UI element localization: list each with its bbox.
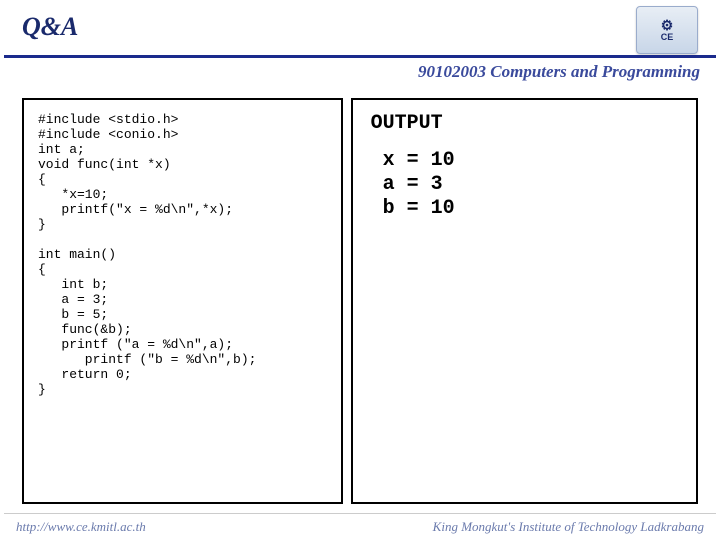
page-title: Q&A <box>22 12 78 42</box>
content-panels: #include <stdio.h> #include <conio.h> in… <box>22 98 698 504</box>
gear-icon: ⚙ <box>661 18 674 32</box>
code-block: #include <stdio.h> #include <conio.h> in… <box>38 112 327 397</box>
kmitl-logo: ⚙ CE <box>636 6 698 54</box>
footer: http://www.ce.kmitl.ac.th King Mongkut's… <box>0 514 720 540</box>
footer-institution: King Mongkut's Institute of Technology L… <box>433 519 704 535</box>
output-panel: OUTPUT x = 10 a = 3 b = 10 <box>351 98 698 504</box>
output-lines: x = 10 a = 3 b = 10 <box>371 149 678 221</box>
course-label: 90102003 Computers and Programming <box>418 62 700 82</box>
code-panel: #include <stdio.h> #include <conio.h> in… <box>22 98 343 504</box>
footer-url: http://www.ce.kmitl.ac.th <box>16 519 146 535</box>
logo-text-top: CE <box>661 32 674 42</box>
header-divider <box>4 55 716 58</box>
output-title: OUTPUT <box>371 112 678 135</box>
